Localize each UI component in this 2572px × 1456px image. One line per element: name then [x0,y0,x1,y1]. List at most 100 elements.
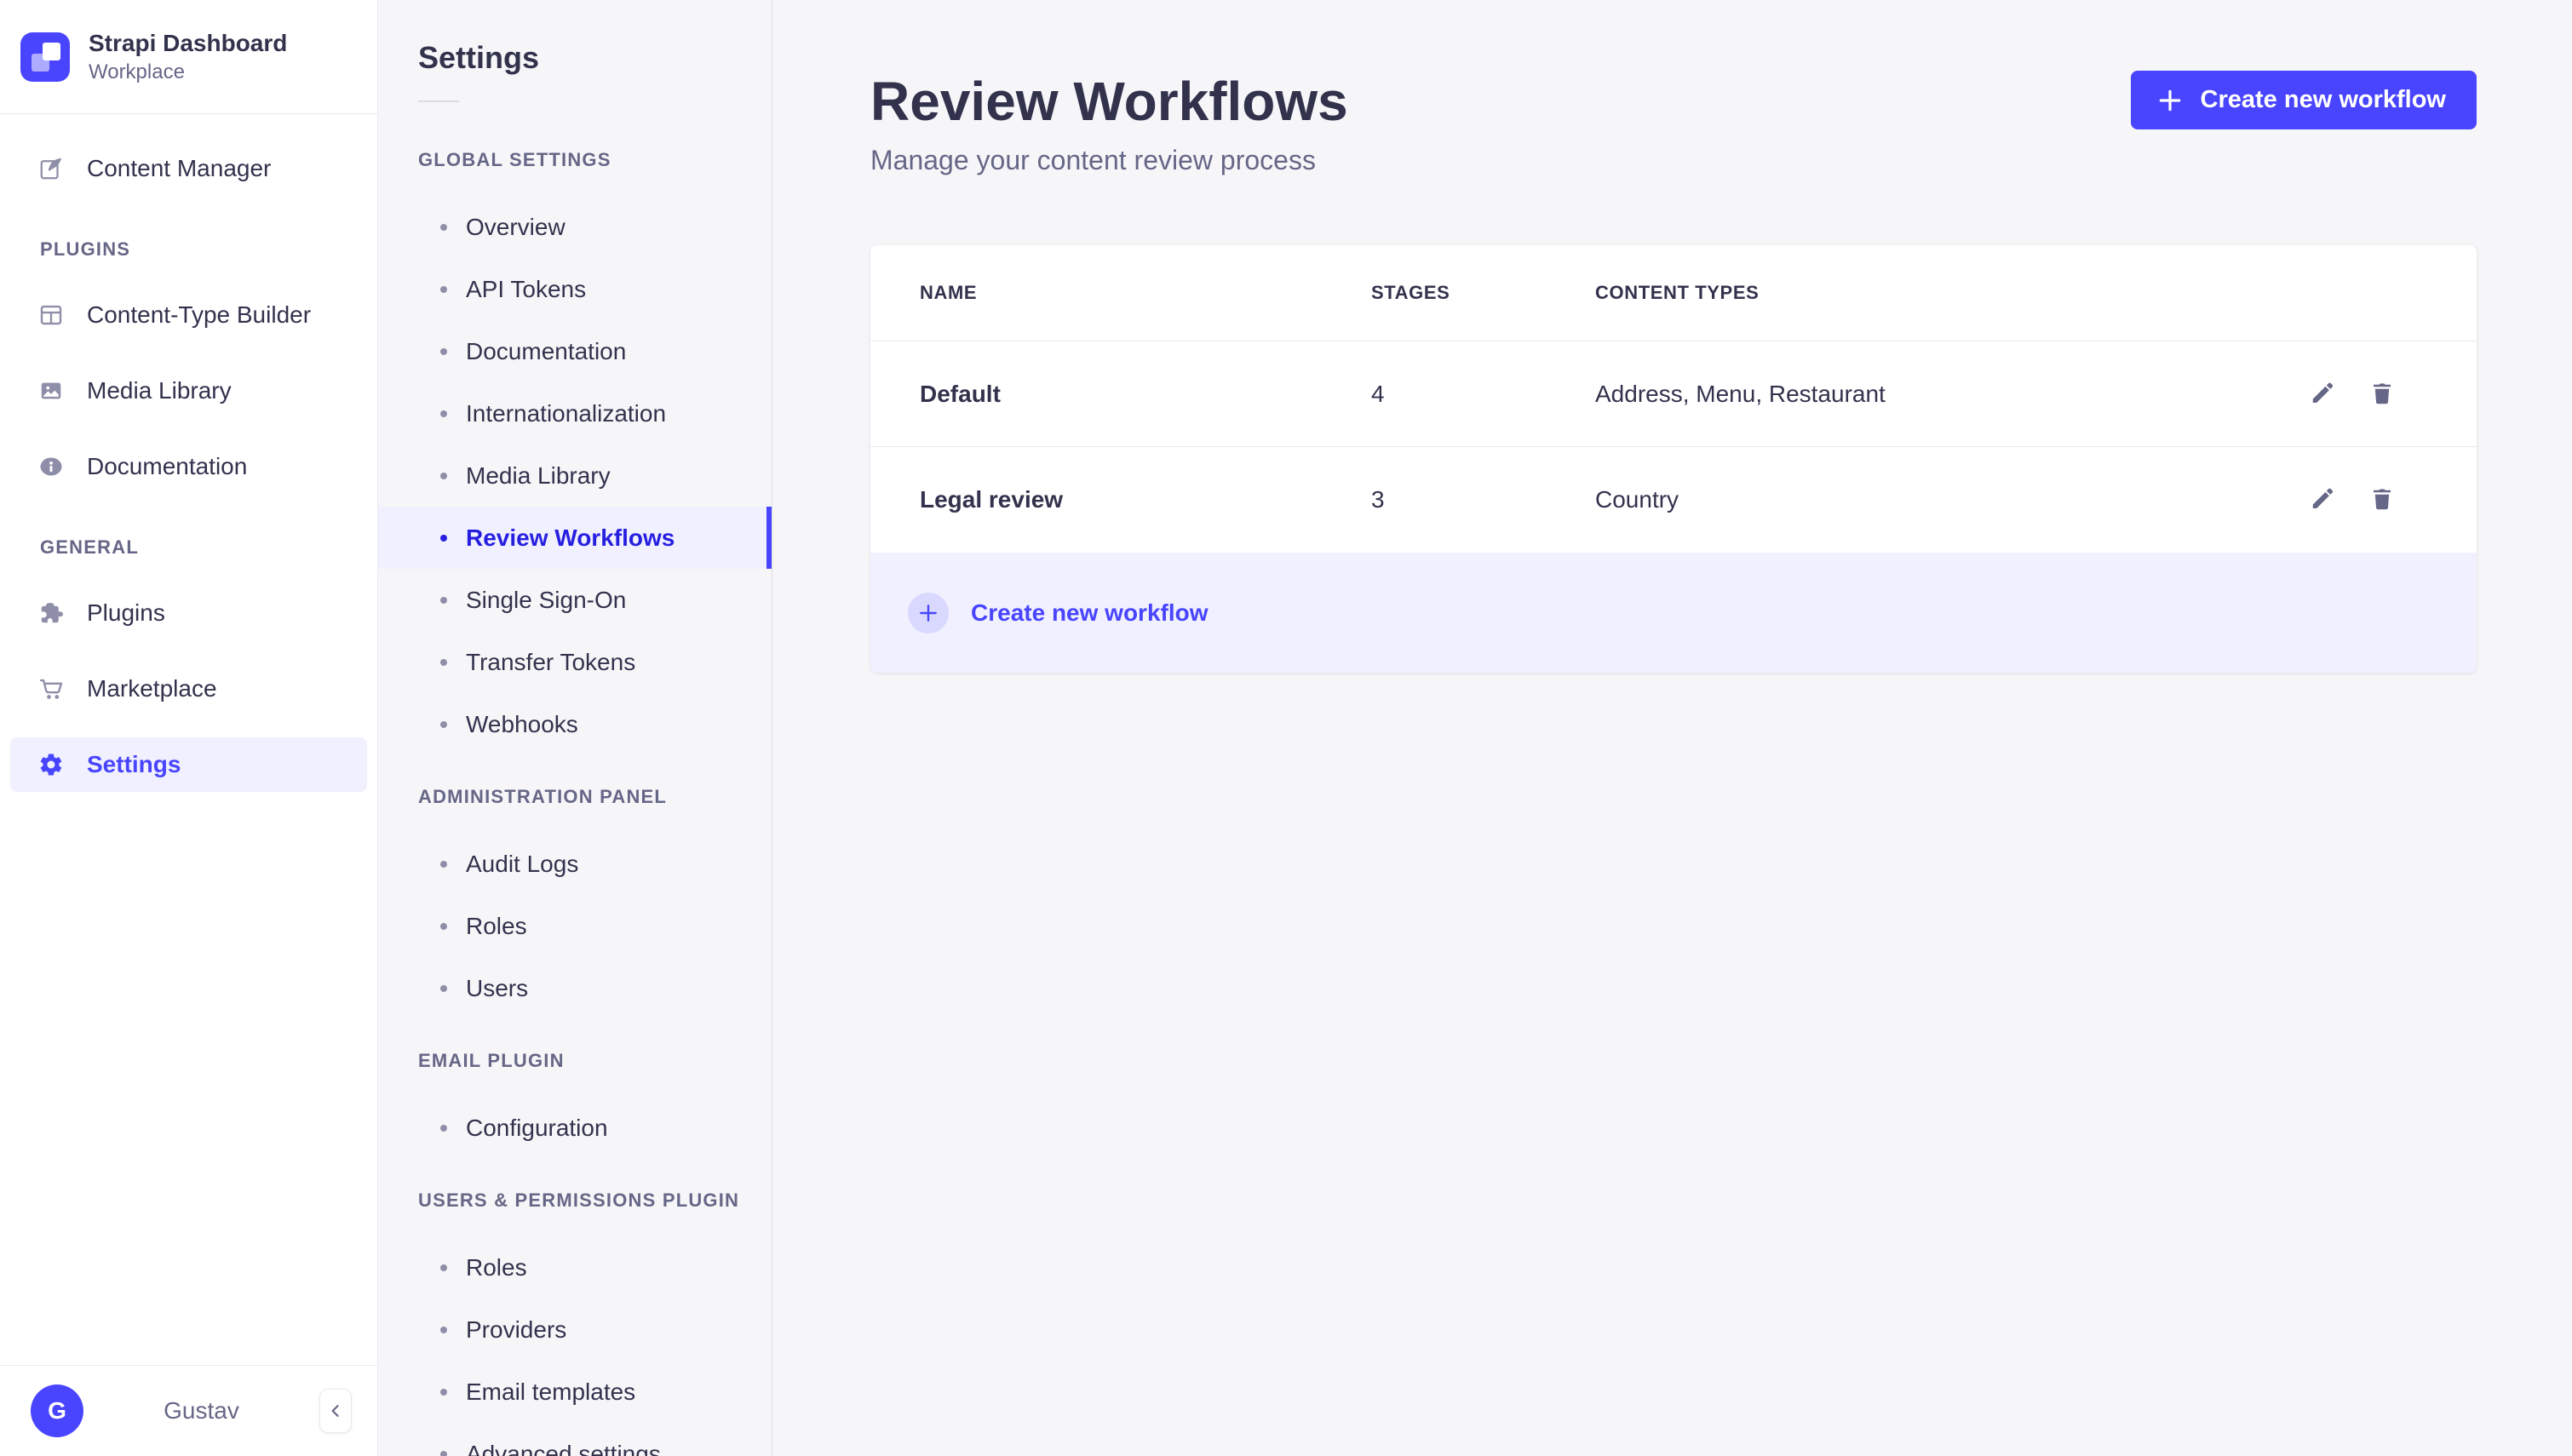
bullet-icon [440,596,447,604]
subnav-item-roles[interactable]: Roles [378,1236,772,1298]
settings-menu: GLOBAL SETTINGS Overview API Tokens Documen… [378,147,772,1456]
sidebar-item-label: Marketplace [87,675,217,702]
main-sidebar: Strapi Dashboard Workplace Content Manag… [0,0,378,1456]
puzzle-icon [38,600,64,626]
workspace-header[interactable]: Strapi Dashboard Workplace [0,0,377,114]
subnav-item-label: Single Sign-On [466,586,627,613]
subnav-item-label: API Tokens [466,275,587,302]
subnav-item-configuration[interactable]: Configuration [378,1097,772,1159]
bullet-icon [440,860,447,868]
bullet-icon [440,534,447,542]
sidebar-item-documentation[interactable]: Documentation [10,439,367,494]
subnav-item-label: Transfer Tokens [466,648,636,675]
bullet-icon [440,1450,447,1456]
sidebar-item-content-type-builder[interactable]: Content-Type Builder [10,288,367,342]
sidebar-item-plugins[interactable]: Plugins [10,586,367,640]
subnav-section-label: EMAIL PLUGIN [418,1050,565,1071]
subnav-item-label: Overview [466,213,565,240]
table-body: Default 4 Address, Menu, Restaurant Legal r… [870,341,2477,553]
column-header-stages: STAGES [1371,282,1450,303]
subnav-item-webhooks[interactable]: Webhooks [378,693,772,755]
subnav-item-transfer-tokens[interactable]: Transfer Tokens [378,631,772,693]
edit-workflow-button[interactable] [2310,487,2335,513]
subnav-item-label: Roles [466,912,527,939]
subnav-item-roles[interactable]: Roles [378,895,772,957]
sidebar-section-label: PLUGINS [40,238,131,260]
workflow-row-default[interactable]: Default 4 Address, Menu, Restaurant [870,341,2477,447]
workflow-row-legal-review[interactable]: Legal review 3 Country [870,447,2477,553]
sidebar-item-label: Plugins [87,599,165,626]
avatar[interactable]: G [31,1384,83,1437]
workflow-content-types: Address, Menu, Restaurant [1595,380,1886,407]
subnav-item-label: Providers [466,1316,567,1343]
trash-icon [2369,487,2395,513]
sidebar-item-label: Media Library [87,377,232,404]
page-header: Review Workflows Manage your content rev… [870,0,2477,177]
sidebar-item-media-library[interactable]: Media Library [10,364,367,418]
sidebar-item-label: Documentation [87,453,248,479]
column-header-content-types: CONTENT TYPES [1595,282,1760,303]
bullet-icon [440,223,447,231]
sidebar-item-label: Content-Type Builder [87,301,312,328]
bullet-icon [440,922,447,930]
content-area: Review Workflows Manage your content rev… [772,0,2572,1456]
chevron-left-icon [327,1402,344,1419]
trash-icon [2369,381,2395,407]
user-name[interactable]: Gustav [83,1397,319,1424]
subnav-item-label: Media Library [466,461,611,489]
plus-circle-icon [908,592,949,633]
workflow-name: Default [920,380,1001,407]
subnav-item-label: Advanced settings [466,1440,661,1456]
subnav-item-single-sign-on[interactable]: Single Sign-On [378,569,772,631]
workflows-card: NAME STAGES CONTENT TYPES Default 4 Addres… [870,245,2477,673]
subnav-item-email-templates[interactable]: Email templates [378,1361,772,1423]
sidebar-item-content-manager[interactable]: Content Manager [10,141,367,196]
subnav-item-overview[interactable]: Overview [378,196,772,258]
pencil-icon [2310,381,2335,407]
sidebar-item-label: Content Manager [87,155,272,181]
bullet-icon [440,285,447,293]
create-new-workflow-button[interactable]: Create new workflow [2130,71,2477,129]
footer-action-label: Create new workflow [971,599,1208,626]
main-nav: Content Manager PLUGINS Content-Type Build… [0,114,377,792]
subnav-item-label: Users [466,974,529,1001]
subnav-item-media-library[interactable]: Media Library [378,444,772,507]
subnav-item-label: Email templates [466,1378,636,1405]
edit-workflow-button[interactable] [2310,381,2335,407]
subnav-item-providers[interactable]: Providers [378,1298,772,1361]
sidebar-item-marketplace[interactable]: Marketplace [10,662,367,716]
subnav-item-audit-logs[interactable]: Audit Logs [378,833,772,895]
bullet-icon [440,1388,447,1396]
subnav-item-users[interactable]: Users [378,957,772,1019]
pencil-icon [2310,487,2335,513]
sidebar-item-settings[interactable]: Settings [10,737,367,792]
subnav-item-internationalization[interactable]: Internationalization [378,382,772,444]
subnav-item-label: Documentation [466,337,627,364]
picture-icon [38,378,64,404]
bullet-icon [440,1326,447,1333]
layout-icon [38,302,64,328]
subnav-item-documentation[interactable]: Documentation [378,320,772,382]
collapse-sidebar-button[interactable] [319,1389,352,1433]
bullet-icon [440,720,447,728]
sidebar-item-label: Settings [87,751,181,777]
strapi-dashboard: Strapi Dashboard Workplace Content Manag… [0,0,2572,1456]
create-button-label: Create new workflow [2200,86,2446,113]
workflow-content-types: Country [1595,486,1679,513]
subnav-divider [418,100,459,102]
workspace-title: Strapi Dashboard [89,29,288,56]
create-workflow-footer-button[interactable]: Create new workflow [870,553,2477,673]
subnav-section-label: USERS & PERMISSIONS PLUGIN [418,1189,740,1211]
subnav-item-advanced-settings[interactable]: Advanced settings [378,1423,772,1456]
sidebar-section-label: GENERAL [40,536,139,558]
column-header-name: NAME [920,282,978,303]
row-actions [2310,487,2395,513]
info-icon [38,454,64,479]
delete-workflow-button[interactable] [2369,381,2395,407]
delete-workflow-button[interactable] [2369,487,2395,513]
subnav-section-label: ADMINISTRATION PANEL [418,786,668,807]
subnav-item-api-tokens[interactable]: API Tokens [378,258,772,320]
subnav-item-review-workflows[interactable]: Review Workflows [378,507,772,569]
subnav-heading: Settings [418,40,540,75]
workflow-name: Legal review [920,486,1064,513]
